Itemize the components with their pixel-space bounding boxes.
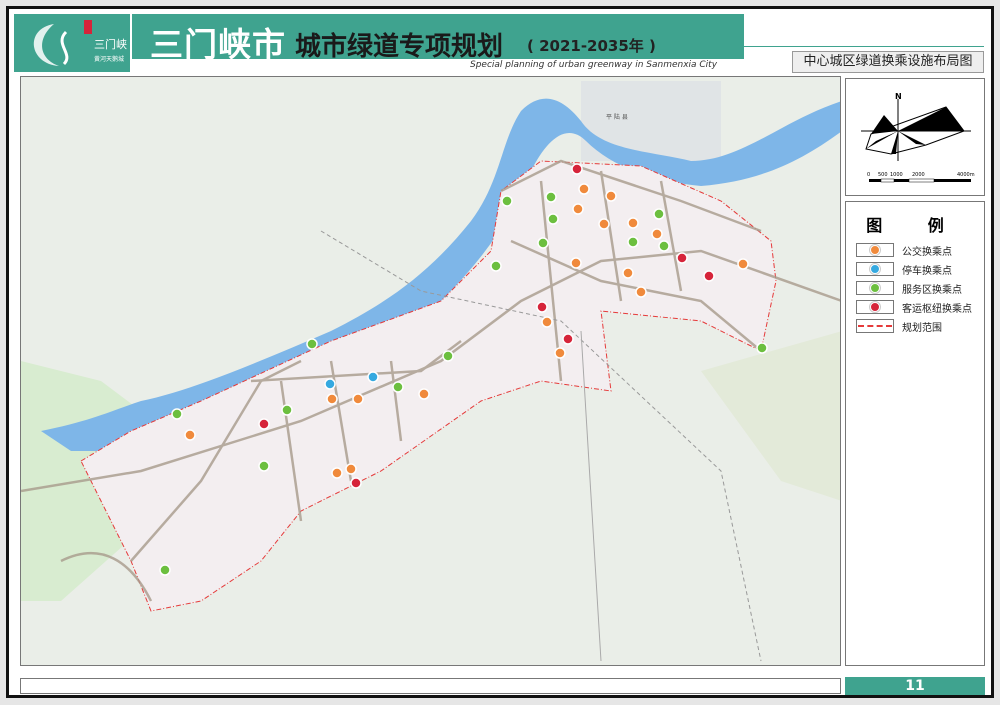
hub-transfer-marker[interactable] [259,419,269,429]
parking-transfer-marker[interactable] [325,379,335,389]
service-transfer-marker[interactable] [443,351,453,361]
service-transfer-marker[interactable] [491,261,501,271]
parking-transfer-icon [870,264,880,274]
legend-item-hub: 客运枢纽换乘点 [856,299,972,315]
service-transfer-marker[interactable] [160,565,170,575]
legend-title: 图 例 [846,212,984,236]
logo: 三门峡 黄河天鹅城 [14,14,132,72]
service-transfer-marker[interactable] [502,196,512,206]
bus-transfer-marker[interactable] [652,229,662,239]
bus-transfer-marker[interactable] [327,394,337,404]
service-transfer-marker[interactable] [538,238,548,248]
bus-transfer-marker[interactable] [599,219,609,229]
service-transfer-icon [870,283,880,293]
compass-panel: N 0 5001000 2000 4000m [845,78,985,196]
legend-item-parking: 停车换乘点 [856,261,952,277]
bus-transfer-marker[interactable] [571,258,581,268]
legend-item-bus: 公交换乘点 [856,242,952,258]
service-transfer-marker[interactable] [259,461,269,471]
legend-label: 规划范围 [902,319,942,334]
map-area[interactable]: 平 陆 县 [20,76,841,666]
bus-transfer-marker[interactable] [353,394,363,404]
service-transfer-marker[interactable] [654,209,664,219]
service-transfer-marker[interactable] [307,339,317,349]
service-transfer-marker[interactable] [757,343,767,353]
bus-transfer-marker[interactable] [636,287,646,297]
place-label: 平 陆 县 [606,113,628,121]
svg-text:500: 500 [878,172,888,178]
hub-transfer-marker[interactable] [351,478,361,488]
footer-bar [20,678,841,694]
subtitle-english: Special planning of urban greenway in Sa… [470,60,717,70]
svg-text:2000: 2000 [912,172,925,178]
svg-text:4000m: 4000m [957,172,975,178]
bus-transfer-marker[interactable] [185,430,195,440]
map-name: 中心城区绿道换乘设施布局图 [792,51,984,73]
bus-transfer-marker[interactable] [555,348,565,358]
page-number: 11 [845,677,985,695]
bus-transfer-marker[interactable] [738,259,748,269]
legend-item-service: 服务区换乘点 [856,280,962,296]
bus-transfer-marker[interactable] [542,317,552,327]
legend-label: 公交换乘点 [902,243,952,258]
compass-icon: N 0 5001000 2000 4000m [846,79,986,197]
legend-label: 客运枢纽换乘点 [902,300,972,315]
bus-transfer-marker[interactable] [419,389,429,399]
logo-text: 三门峡 [94,36,127,52]
svg-text:1000: 1000 [890,172,903,178]
service-transfer-marker[interactable] [659,241,669,251]
bus-transfer-marker[interactable] [573,204,583,214]
bus-transfer-marker[interactable] [579,184,589,194]
title-city: 三门峡市 [150,18,286,66]
bus-transfer-icon [870,245,880,255]
logo-subtext: 黄河天鹅城 [94,54,124,63]
north-label: N [895,92,902,101]
legend-label: 停车换乘点 [902,262,952,277]
bus-transfer-marker[interactable] [346,464,356,474]
hub-transfer-marker[interactable] [677,253,687,263]
bus-transfer-marker[interactable] [332,468,342,478]
legend-item-boundary: 规划范围 [856,318,942,334]
service-transfer-marker[interactable] [282,405,292,415]
service-transfer-marker[interactable] [546,192,556,202]
svg-text:0: 0 [867,172,870,178]
service-transfer-marker[interactable] [628,237,638,247]
divider [744,46,984,47]
service-transfer-marker[interactable] [548,214,558,224]
hub-transfer-marker[interactable] [704,271,714,281]
boundary-line-icon [858,325,892,327]
service-transfer-marker[interactable] [393,382,403,392]
bus-transfer-marker[interactable] [606,191,616,201]
hub-transfer-marker[interactable] [572,164,582,174]
service-transfer-marker[interactable] [172,409,182,419]
hub-transfer-marker[interactable] [563,334,573,344]
hub-transfer-marker[interactable] [537,302,547,312]
bus-transfer-marker[interactable] [623,268,633,278]
legend-panel: 图 例 公交换乘点 停车换乘点 服务区换乘点 客运枢纽换乘点 规划范围 [845,201,985,666]
legend-label: 服务区换乘点 [902,281,962,296]
parking-transfer-marker[interactable] [368,372,378,382]
title-years: ( 2021-2035年 ) [527,35,656,56]
hub-transfer-icon [870,302,880,312]
title-plan: 城市绿道专项规划 [295,26,503,63]
bus-transfer-marker[interactable] [628,218,638,228]
